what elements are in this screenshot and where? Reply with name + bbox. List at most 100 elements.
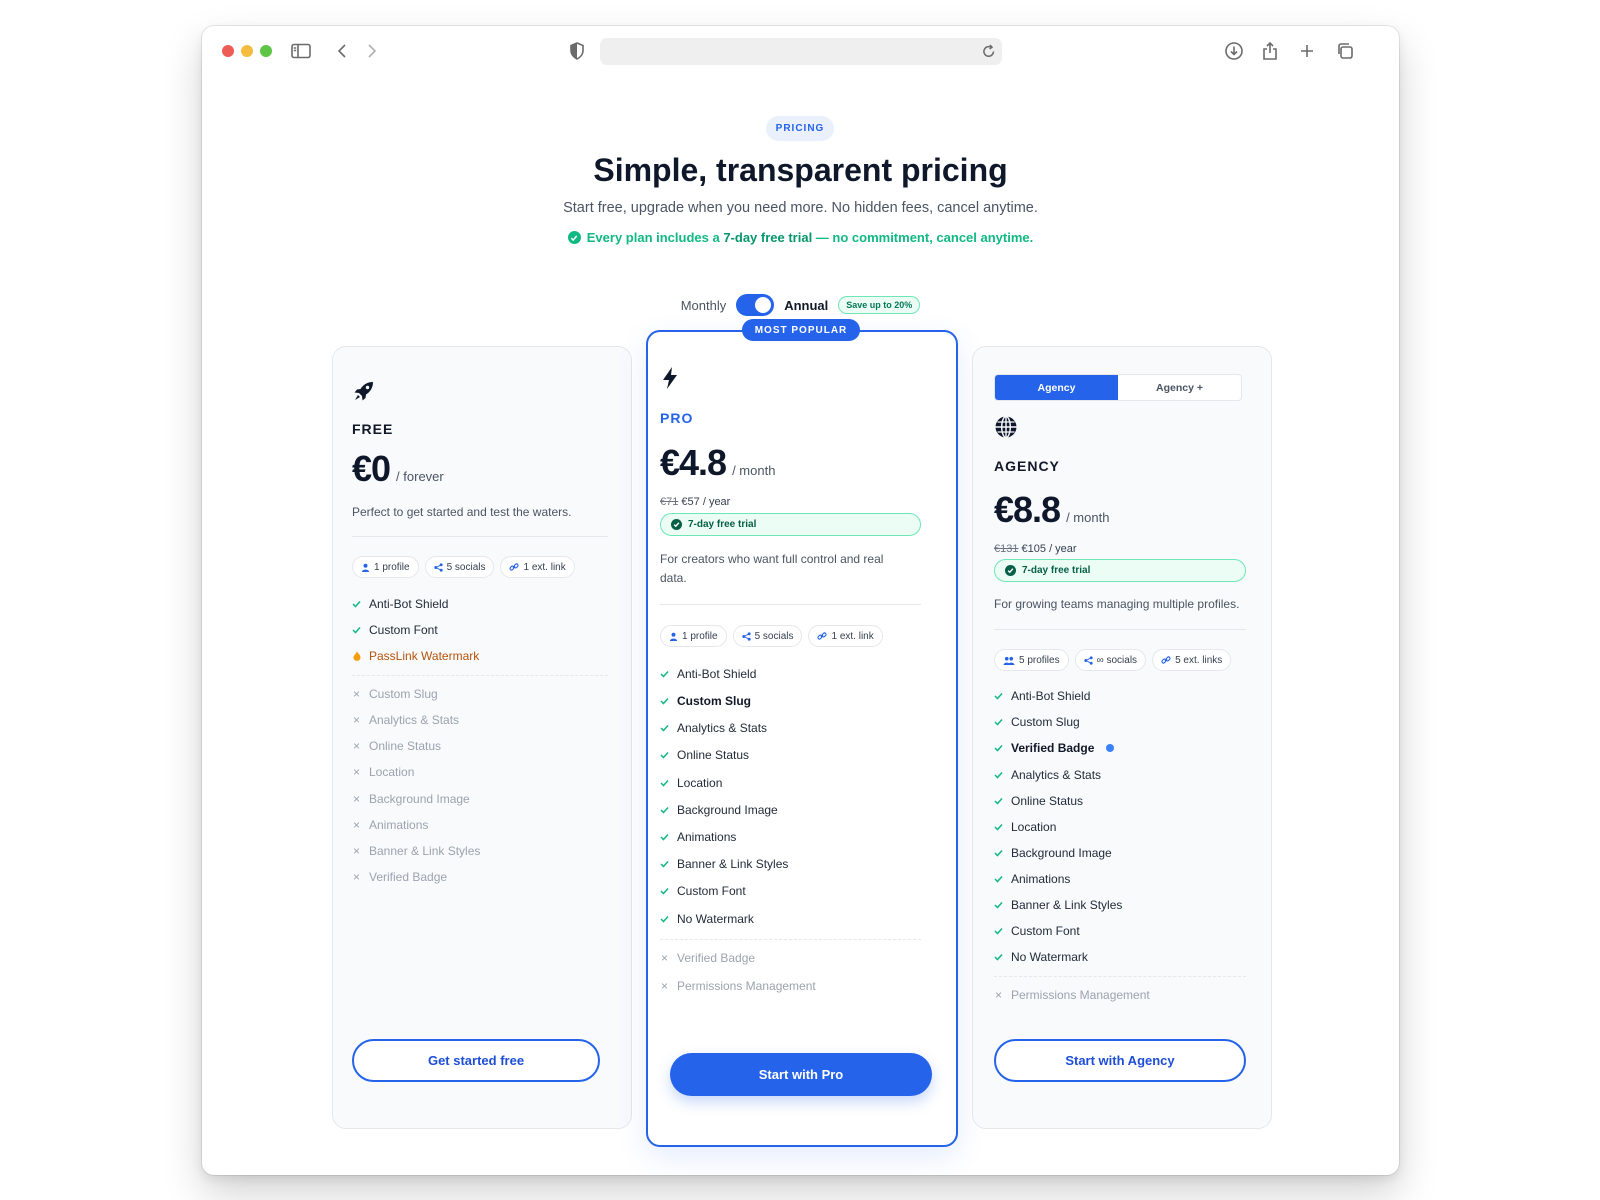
section-eyebrow: PRICING xyxy=(766,116,834,141)
zoom-window-button[interactable] xyxy=(260,45,272,57)
start-with-agency-button[interactable]: Start with Agency xyxy=(994,1039,1246,1082)
toggle-knob xyxy=(755,297,772,313)
globe-icon xyxy=(994,415,1018,444)
most-popular-badge: MOST POPULAR xyxy=(742,319,860,341)
check-icon xyxy=(660,860,669,868)
feature-label: Custom Font xyxy=(677,884,746,898)
page-title: Simple, transparent pricing xyxy=(593,152,1008,188)
sidebar-toggle-icon[interactable] xyxy=(290,40,312,62)
feature-included: Custom Slug xyxy=(994,715,1080,729)
x-icon: × xyxy=(352,713,360,727)
x-icon: × xyxy=(660,951,668,965)
check-icon xyxy=(660,779,669,787)
feature-included: No Watermark xyxy=(660,912,754,926)
tab-agency-plus[interactable]: Agency + xyxy=(1118,375,1241,400)
share-icon[interactable] xyxy=(1259,40,1281,62)
feature-label: Anti-Bot Shield xyxy=(677,667,757,681)
feature-excluded: × Custom Slug xyxy=(352,687,438,701)
yearly-price: €105 / year xyxy=(1021,543,1077,555)
address-bar[interactable] xyxy=(600,38,1002,65)
forward-icon[interactable] xyxy=(361,40,383,62)
plan-price-pro: €4.8 xyxy=(660,442,727,483)
check-icon xyxy=(994,901,1003,909)
feature-label: Analytics & Stats xyxy=(677,721,768,735)
limit-chip-label: 1 ext. link xyxy=(831,630,874,642)
back-icon[interactable] xyxy=(331,40,353,62)
check-icon xyxy=(352,626,361,634)
privacy-shield-icon[interactable] xyxy=(569,42,585,65)
feature-included: Anti-Bot Shield xyxy=(352,597,448,611)
feature-excluded: × Permissions Management xyxy=(994,988,1150,1002)
check-icon xyxy=(994,927,1003,935)
verified-dot-icon xyxy=(1106,744,1115,752)
feature-label: PassLink Watermark xyxy=(369,649,480,663)
check-icon xyxy=(994,771,1003,779)
feature-included: No Watermark xyxy=(994,950,1088,964)
check-circle-icon xyxy=(567,231,581,244)
price-row-free: €0 / forever xyxy=(352,448,444,490)
limit-chip-profiles: 1 profile xyxy=(352,556,419,578)
feature-label: Location xyxy=(369,765,415,779)
plan-name-pro: PRO xyxy=(660,410,694,426)
feature-included: Banner & Link Styles xyxy=(994,898,1122,912)
feature-included: Banner & Link Styles xyxy=(660,857,788,871)
feature-label: Verified Badge xyxy=(677,951,756,965)
trial-badge-label: 7-day free trial xyxy=(688,519,757,530)
downloads-icon[interactable] xyxy=(1223,40,1245,62)
feature-label: Custom Slug xyxy=(677,694,751,708)
feature-label: Animations xyxy=(677,830,737,844)
tab-agency[interactable]: Agency xyxy=(995,375,1118,400)
feature-label: Verified Badge xyxy=(1011,741,1095,755)
rocket-icon xyxy=(352,379,376,408)
user-icon xyxy=(361,563,370,572)
lightning-icon xyxy=(660,366,680,395)
users-icon xyxy=(1003,656,1015,665)
divider xyxy=(660,939,921,940)
annual-label[interactable]: Annual xyxy=(784,298,828,313)
limit-chip-label: 1 profile xyxy=(682,630,718,642)
feature-included: Animations xyxy=(994,872,1070,886)
feature-included: Location xyxy=(660,776,722,790)
limit-chip-profiles: 5 profiles xyxy=(994,649,1069,671)
trial-badge-agency: 7-day free trial xyxy=(994,559,1246,582)
check-circle-icon xyxy=(1005,565,1016,576)
new-tab-icon[interactable] xyxy=(1296,40,1318,62)
start-with-pro-button[interactable]: Start with Pro xyxy=(670,1053,932,1096)
x-icon: × xyxy=(352,818,360,832)
minimize-window-button[interactable] xyxy=(241,45,253,57)
save-badge: Save up to 20% xyxy=(838,296,921,314)
feature-excluded: × Permissions Management xyxy=(660,979,816,993)
tab-overview-icon[interactable] xyxy=(1334,40,1356,62)
price-row-pro: €4.8 / month xyxy=(660,442,775,484)
trial-badge-label: 7-day free trial xyxy=(1022,565,1091,576)
billing-period-toggle[interactable] xyxy=(736,294,775,316)
plan-description-free: Perfect to get started and test the wate… xyxy=(352,505,572,519)
limit-chip-label: 5 socials xyxy=(754,630,794,642)
feature-label: Analytics & Stats xyxy=(1011,768,1102,782)
feature-included: Online Status xyxy=(994,794,1083,808)
feature-label: Location xyxy=(677,776,723,790)
x-icon: × xyxy=(352,870,360,884)
get-started-free-button[interactable]: Get started free xyxy=(352,1039,600,1082)
feature-included: Online Status xyxy=(660,748,749,762)
close-window-button[interactable] xyxy=(222,45,234,57)
monthly-label[interactable]: Monthly xyxy=(681,298,727,313)
limit-chip-label: 5 ext. links xyxy=(1175,654,1223,666)
feature-label: Banner & Link Styles xyxy=(369,844,481,858)
limit-chip-links: 1 ext. link xyxy=(808,625,883,647)
flame-icon xyxy=(352,651,361,661)
page-subtitle: Start free, upgrade when you need more. … xyxy=(563,200,1038,216)
check-icon xyxy=(994,849,1003,857)
reload-icon[interactable] xyxy=(982,43,996,64)
limit-chip-label: 1 ext. link xyxy=(523,561,566,573)
limit-chip-socials: ∞ socials xyxy=(1074,649,1147,671)
check-icon xyxy=(994,692,1003,700)
feature-included: Animations xyxy=(660,830,736,844)
feature-included: Anti-Bot Shield xyxy=(660,667,756,681)
check-icon xyxy=(660,833,669,841)
feature-label: Background Image xyxy=(677,803,778,817)
link-icon xyxy=(817,632,828,640)
check-icon xyxy=(660,915,669,923)
feature-label: Custom Font xyxy=(369,623,438,637)
feature-included: Analytics & Stats xyxy=(994,768,1101,782)
